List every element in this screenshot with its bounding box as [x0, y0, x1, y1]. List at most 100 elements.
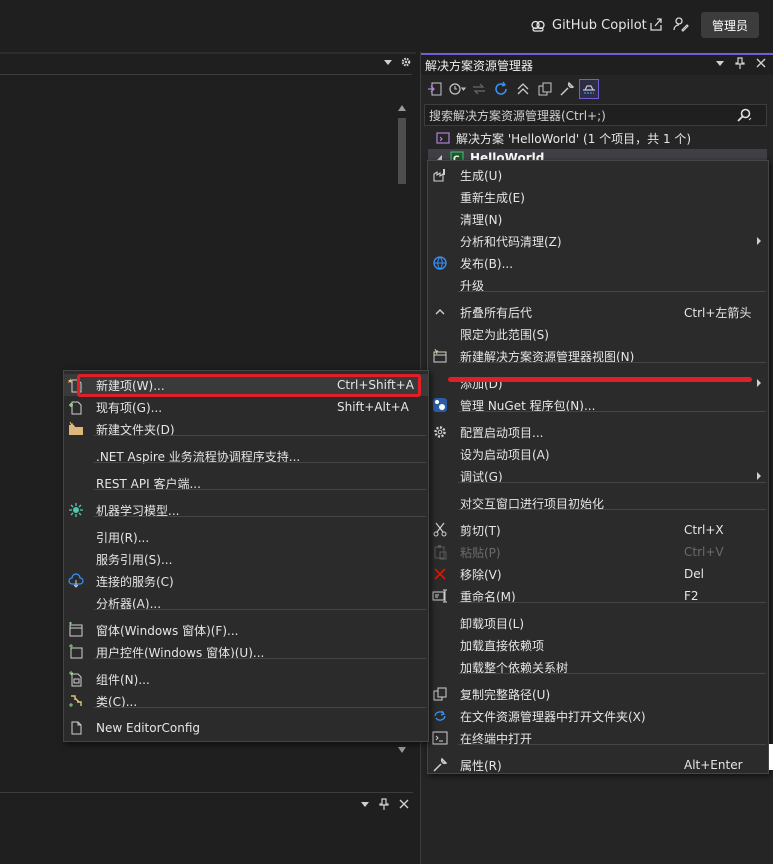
menu-item-label: 设为启动项目(A): [460, 447, 550, 462]
menu-item-rest-api-客户端[interactable]: REST API 客户端...: [64, 472, 428, 494]
window-edge: [769, 744, 773, 770]
close-icon[interactable]: [755, 57, 767, 69]
menu-item-label: 引用(R)...: [96, 530, 150, 545]
menu-item-引用[interactable]: 引用(R)...: [64, 526, 428, 548]
menu-item-机器学习模型[interactable]: 机器学习模型...: [64, 499, 428, 521]
github-copilot-button[interactable]: GitHub Copilot: [530, 14, 647, 36]
menu-item-net-aspire-业务流程协调程序支持[interactable]: .NET Aspire 业务流程协调程序支持...: [64, 445, 428, 467]
feedback-icon[interactable]: [673, 16, 689, 32]
chevron-down-icon[interactable]: [715, 58, 725, 68]
menu-item-限定为此范围[interactable]: 限定为此范围(S): [428, 323, 768, 345]
menu-item-加载直接依赖项[interactable]: 加载直接依赖项: [428, 634, 768, 656]
menu-separator: [458, 291, 766, 292]
menu-item-重新生成[interactable]: 重新生成(E): [428, 186, 768, 208]
search-icon[interactable]: [736, 107, 752, 123]
menu-item-在终端中打开[interactable]: 在终端中打开: [428, 727, 768, 749]
menu-item-label: New EditorConfig: [96, 721, 201, 735]
component-icon: [68, 671, 84, 687]
menu-item-new-editorconfig[interactable]: New EditorConfig: [64, 717, 428, 739]
globe-icon: [432, 255, 448, 271]
menu-item-label: 加载直接依赖项: [460, 638, 545, 653]
preview-selected-icon[interactable]: [579, 79, 599, 99]
menu-item-shortcut: F2: [684, 589, 699, 603]
menu-item-发布[interactable]: 发布(B)...: [428, 252, 768, 274]
menu-item-粘贴[interactable]: 粘贴(P) Ctrl+V: [428, 541, 768, 563]
refresh-icon[interactable]: [491, 79, 511, 99]
menu-item-重命名[interactable]: 重命名(M) F2: [428, 585, 768, 607]
menu-item-生成[interactable]: 生成(U): [428, 164, 768, 186]
menu-item-在文件资源管理器中打开文件夹[interactable]: 在文件资源管理器中打开文件夹(X): [428, 705, 768, 727]
menu-item-label: 移除(V): [460, 567, 502, 582]
paste-icon: [432, 544, 448, 560]
menu-item-卸载项目[interactable]: 卸载项目(L): [428, 612, 768, 634]
menu-item-新建文件夹[interactable]: 新建文件夹(D): [64, 418, 428, 440]
new-view-icon: [432, 348, 448, 364]
menu-item-折叠所有后代[interactable]: 折叠所有后代 Ctrl+左箭头: [428, 301, 768, 323]
share-icon[interactable]: [648, 16, 664, 32]
properties-wrench-icon[interactable]: [557, 79, 577, 99]
menu-item-属性[interactable]: 属性(R) Alt+Enter: [428, 754, 768, 776]
scroll-down-icon[interactable]: [397, 746, 407, 754]
copy-icon: [432, 686, 448, 702]
menu-item-shortcut: Ctrl+V: [684, 545, 724, 559]
menu-item-shortcut: Del: [684, 567, 704, 581]
close-icon[interactable]: [398, 798, 410, 810]
menu-item-label: 连接的服务(C): [96, 574, 174, 589]
menu-item-设为启动项目[interactable]: 设为启动项目(A): [428, 443, 768, 465]
solution-explorer-search-input[interactable]: 搜索解决方案资源管理器(Ctrl+;): [424, 104, 767, 126]
menu-separator: [94, 435, 426, 436]
menu-item-加载整个依赖关系树[interactable]: 加载整个依赖关系树: [428, 656, 768, 678]
menu-separator: [94, 516, 426, 517]
pin-icon[interactable]: [734, 57, 746, 69]
menu-separator: [458, 744, 766, 745]
pin-icon[interactable]: [378, 798, 390, 810]
menu-item-添加[interactable]: 添加(D): [428, 372, 768, 394]
menu-item-label: 生成(U): [460, 168, 503, 183]
collapse-all-icon[interactable]: [513, 79, 533, 99]
scroll-up-icon[interactable]: [397, 104, 407, 112]
chevron-up-icon: [432, 304, 448, 320]
menu-item-调试[interactable]: 调试(G): [428, 465, 768, 487]
menu-separator: [94, 707, 426, 708]
gear-icon[interactable]: [400, 56, 412, 68]
editor-tab-strip: [0, 52, 416, 74]
sync-icon[interactable]: [469, 79, 489, 99]
menu-item-分析器[interactable]: 分析器(A)...: [64, 592, 428, 614]
connected-service-icon: [68, 573, 84, 589]
menu-item-组件[interactable]: 组件(N)...: [64, 668, 428, 690]
submenu-arrow-icon: [757, 472, 761, 480]
admin-button[interactable]: 管理员: [701, 12, 759, 38]
menu-item-类[interactable]: 类(C)...: [64, 690, 428, 712]
switch-views-icon[interactable]: [425, 79, 445, 99]
chevron-down-icon[interactable]: [383, 57, 393, 67]
menu-item-对交互窗口进行项目初始化[interactable]: 对交互窗口进行项目初始化: [428, 492, 768, 514]
menu-item-现有项[interactable]: 现有项(G)... Shift+Alt+A: [64, 396, 428, 418]
menu-item-label: 复制完整路径(U): [460, 687, 551, 702]
menu-item-复制完整路径[interactable]: 复制完整路径(U): [428, 683, 768, 705]
menu-item-shortcut: Shift+Alt+A: [337, 400, 409, 414]
highlight-box: [77, 374, 421, 397]
scroll-thumb[interactable]: [398, 118, 406, 184]
menu-item-服务引用[interactable]: 服务引用(S)...: [64, 548, 428, 570]
menu-item-连接的服务[interactable]: 连接的服务(C): [64, 570, 428, 592]
menu-item-升级[interactable]: 升级: [428, 274, 768, 296]
menu-item-用户控件[interactable]: 用户控件(Windows 窗体)(U)...: [64, 641, 428, 663]
menu-item-配置启动项目[interactable]: 配置启动项目...: [428, 421, 768, 443]
menu-item-窗体[interactable]: 窗体(Windows 窗体)(F)...: [64, 619, 428, 641]
menu-item-label: 重新生成(E): [460, 190, 525, 205]
menu-item-剪切[interactable]: 剪切(T) Ctrl+X: [428, 519, 768, 541]
menu-item-清理[interactable]: 清理(N): [428, 208, 768, 230]
menu-item-管理-nuget-程序包[interactable]: 管理 NuGet 程序包(N)...: [428, 394, 768, 416]
pending-changes-icon[interactable]: [447, 79, 467, 99]
menu-item-分析和代码清理[interactable]: 分析和代码清理(Z): [428, 230, 768, 252]
show-all-files-icon[interactable]: [535, 79, 555, 99]
menu-item-新建解决方案资源管理器视图[interactable]: 新建解决方案资源管理器视图(N): [428, 345, 768, 367]
menu-separator: [94, 462, 426, 463]
menu-separator: [458, 482, 766, 483]
chevron-down-icon[interactable]: [360, 799, 370, 809]
tree-item-solution[interactable]: 解决方案 'HelloWorld' (1 个项目，共 1 个): [436, 129, 691, 147]
menu-item-shortcut: Ctrl+左箭头: [684, 305, 752, 320]
menu-item-label: 分析和代码清理(Z): [460, 234, 562, 249]
menu-item-移除[interactable]: 移除(V) Del: [428, 563, 768, 585]
bottom-panel-controls: [360, 798, 410, 810]
